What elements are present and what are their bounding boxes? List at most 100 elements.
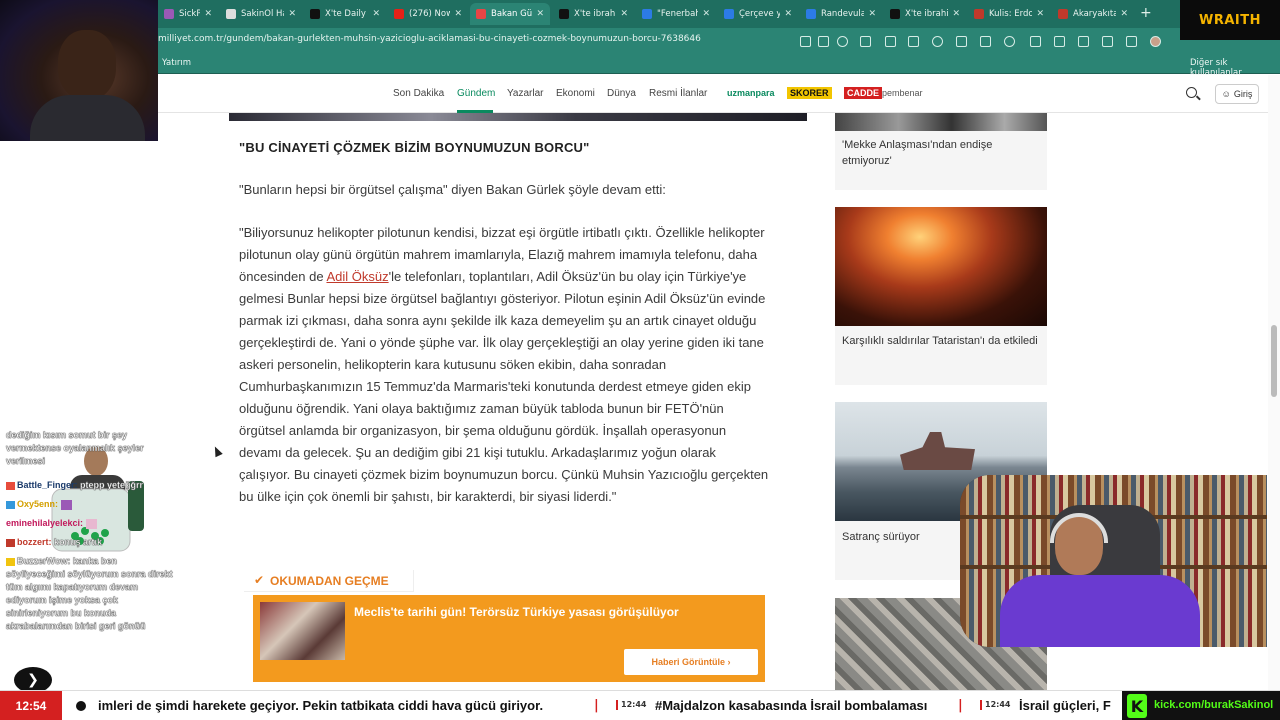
bookmark-folder-yatirim[interactable]: Yatırım xyxy=(162,58,191,68)
sidebar-news-image xyxy=(835,113,1047,131)
browser-tab[interactable]: Kulis: Erdoğ✕ xyxy=(968,3,1050,25)
adil-oksuz-link[interactable]: Adil Öksüz xyxy=(326,269,388,284)
nav-dunya[interactable]: Dünya xyxy=(607,88,636,99)
webcam-overlay-left xyxy=(0,0,158,145)
tab-title: SickPeek - R xyxy=(179,9,201,19)
tab-close-icon[interactable]: ✕ xyxy=(372,9,380,19)
chat-badge-icon xyxy=(6,481,15,490)
collections-icon[interactable] xyxy=(1126,36,1137,47)
new-tab-icon[interactable]: + xyxy=(1140,5,1152,21)
tab-title: SakinOl Hab xyxy=(241,9,284,19)
kick-channel-badge: K kick.com/burakSakinol xyxy=(1122,691,1280,720)
article-subheading: "BU CİNAYETİ ÇÖZMEK BİZİM BOYNUMUZUN BOR… xyxy=(239,140,590,155)
chat-username[interactable]: bozzert: xyxy=(17,537,52,547)
stream-chat-panel: dediğim kısım somut bir şey vermektense … xyxy=(0,141,229,690)
view-news-button[interactable]: Haberi Görüntüle › xyxy=(624,649,758,675)
tab-title: Kulis: Erdoğ xyxy=(989,9,1033,19)
favorites-icon[interactable] xyxy=(1078,36,1089,47)
extension-icon[interactable] xyxy=(956,36,967,47)
browser-tab[interactable]: X'te Daily Tu ✕ xyxy=(304,3,386,25)
chat-username[interactable]: Oxy5enn: xyxy=(17,499,58,509)
refresh-icon[interactable] xyxy=(1004,36,1015,47)
nav-resmi-ilanlar[interactable]: Resmi İlanlar xyxy=(649,88,707,99)
chat-message: bozzert: konuş artık xyxy=(6,536,176,549)
ticker-clock: 12:54 xyxy=(0,691,62,720)
browser-tab[interactable]: X'te ibrahim✕ xyxy=(884,3,966,25)
login-button[interactable]: ☺ Giriş xyxy=(1215,84,1259,104)
browser-tab[interactable]: "Fenerbahçe✕ xyxy=(636,3,716,25)
favorite-star-icon[interactable] xyxy=(837,36,848,47)
related-news-title[interactable]: Meclis'te tarihi gün! Terörsüz Türkiye y… xyxy=(354,605,679,619)
extension-icon[interactable] xyxy=(980,36,991,47)
sidebar-news-card[interactable]: 'Mekke Anlaşması'ndan endişe etmiyoruz' xyxy=(835,113,1047,190)
tab-close-icon[interactable]: ✕ xyxy=(288,9,296,19)
sidebar-news-title[interactable]: Karşılıklı saldırılar Tataristan'ı da et… xyxy=(842,333,1042,349)
tab-favicon-icon xyxy=(164,9,174,19)
search-icon[interactable] xyxy=(1186,87,1197,98)
sidebar-news-card[interactable]: Karşılıklı saldırılar Tataristan'ı da et… xyxy=(835,207,1047,385)
tab-close-icon[interactable]: ✕ xyxy=(454,9,462,19)
user-icon: ☺ xyxy=(1221,89,1231,99)
chat-username[interactable]: Battle_Finger: xyxy=(17,480,78,490)
brand-skorer[interactable]: SKORER xyxy=(787,87,832,99)
reader-icon[interactable] xyxy=(800,36,811,47)
url-field[interactable]: milliyet.com.tr/gundem/bakan-gurlekten-m… xyxy=(158,34,701,44)
tab-close-icon[interactable]: ✕ xyxy=(702,9,710,19)
tab-favicon-icon xyxy=(642,9,652,19)
screen: SickPeek - R✕SakinOl Hab✕X'te Daily Tu✕(… xyxy=(0,0,1280,720)
tab-close-icon[interactable]: ✕ xyxy=(204,9,212,19)
brand-uzmanpara[interactable]: uzmanpara xyxy=(724,87,778,99)
chat-text: konuş artık xyxy=(54,537,103,547)
nav-son-dakika[interactable]: Son Dakika xyxy=(393,88,444,99)
extension-icon[interactable] xyxy=(932,36,943,47)
tab-close-icon[interactable]: ✕ xyxy=(536,9,544,19)
browser-tab[interactable]: Bakan Gürle✕ xyxy=(470,3,550,25)
related-news-card[interactable]: Meclis'te tarihi gün! Terörsüz Türkiye y… xyxy=(253,595,765,682)
sidebar-news-image xyxy=(835,207,1047,326)
chat-text: dediğim kısım somut bir şey vermektense … xyxy=(6,430,144,466)
tab-close-icon[interactable]: ✕ xyxy=(952,9,960,19)
brand-cadde[interactable]: CADDE xyxy=(844,87,883,99)
tab-favicon-icon xyxy=(890,9,900,19)
sidebar-news-title[interactable]: 'Mekke Anlaşması'ndan endişe etmiyoruz' xyxy=(842,137,1042,169)
tab-close-icon[interactable]: ✕ xyxy=(784,9,792,19)
extension-icon[interactable] xyxy=(860,36,871,47)
browser-tab[interactable]: SakinOl Hab ✕ xyxy=(220,3,302,25)
profile-avatar[interactable] xyxy=(1150,36,1161,47)
webcam-overlay-right xyxy=(960,475,1267,647)
read-aloud-icon[interactable] xyxy=(818,36,829,47)
tab-close-icon[interactable]: ✕ xyxy=(1120,9,1128,19)
tab-title: "Fenerbahçe xyxy=(657,9,699,19)
page-scrollbar[interactable] xyxy=(1268,75,1280,690)
split-screen-icon[interactable] xyxy=(1030,36,1041,47)
browser-tab[interactable]: Çerçeve yası✕ xyxy=(718,3,798,25)
browser-tab[interactable]: Akaryakıta ç✕ xyxy=(1052,3,1134,25)
browser-tab[interactable]: SickPeek - R✕ xyxy=(158,3,218,25)
chat-username[interactable]: BuzzerWow: xyxy=(17,556,71,566)
nav-yazarlar[interactable]: Yazarlar xyxy=(507,88,544,99)
related-news-image xyxy=(260,602,345,660)
extension-icon[interactable] xyxy=(885,36,896,47)
extensions-icon[interactable] xyxy=(1054,36,1065,47)
browser-tab[interactable]: X'te ibrahim✕ xyxy=(553,3,634,25)
tab-favicon-icon xyxy=(559,9,569,19)
article-body: "BU CİNAYETİ ÇÖZMEK BİZİM BOYNUMUZUN BOR… xyxy=(239,140,769,508)
browser-tab[interactable]: Randevular✕ xyxy=(800,3,882,25)
brand-pembenar[interactable]: pembenar xyxy=(879,87,926,99)
tab-favicon-icon xyxy=(394,9,404,19)
tab-close-icon[interactable]: ✕ xyxy=(620,9,628,19)
scrollbar-thumb[interactable] xyxy=(1271,325,1277,397)
tab-favicon-icon xyxy=(806,9,816,19)
site-navigation: Son Dakika Gündem Yazarlar Ekonomi Dünya… xyxy=(0,75,1280,113)
tab-close-icon[interactable]: ✕ xyxy=(868,9,876,19)
nav-ekonomi[interactable]: Ekonomi xyxy=(556,88,595,99)
browser-tab[interactable]: (276) Now T✕ xyxy=(388,3,468,25)
heart-icon[interactable] xyxy=(1102,36,1113,47)
extension-icon[interactable] xyxy=(908,36,919,47)
browser-tab-strip: SickPeek - R✕SakinOl Hab✕X'te Daily Tu✕(… xyxy=(0,0,1280,28)
chat-username[interactable]: eminehilalyelekci: xyxy=(6,518,83,528)
nav-gundem[interactable]: Gündem xyxy=(457,88,495,99)
chat-message: eminehilalyelekci: xyxy=(6,517,176,530)
tab-close-icon[interactable]: ✕ xyxy=(1036,9,1044,19)
tab-title: Randevular xyxy=(821,9,865,19)
